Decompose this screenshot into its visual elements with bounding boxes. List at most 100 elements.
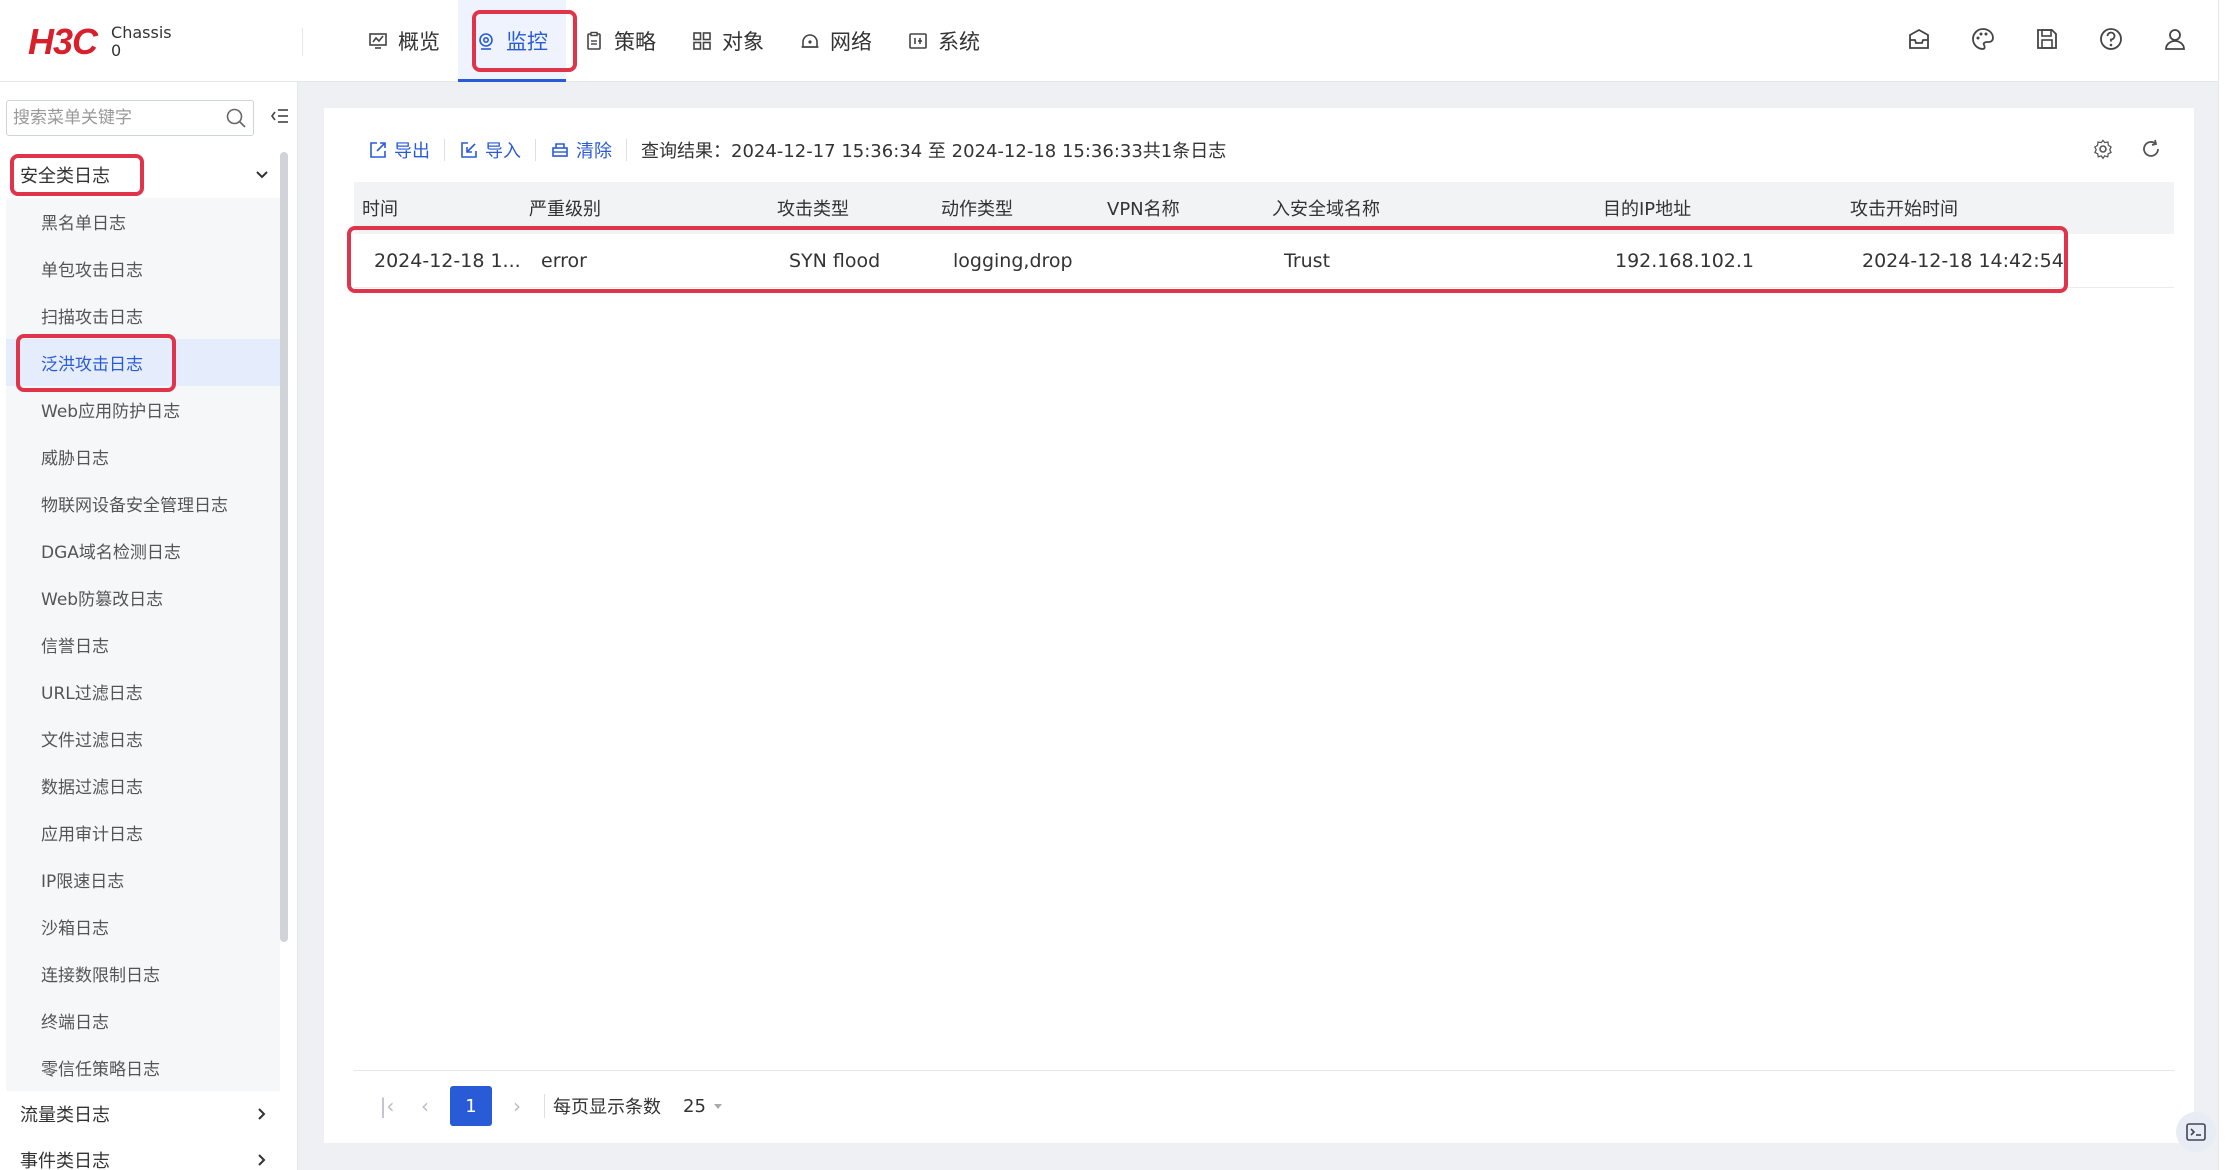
toolbar-divider <box>444 139 445 161</box>
import-button[interactable]: 导入 <box>459 137 535 163</box>
nav-object[interactable]: 对象 <box>674 0 782 82</box>
toolbar-divider <box>535 139 536 161</box>
console-button[interactable] <box>2176 1112 2216 1152</box>
sidebar-item-sandbox[interactable]: 沙箱日志 <box>6 903 280 950</box>
network-icon <box>801 34 819 48</box>
header-divider <box>302 28 303 56</box>
sidebar-item-file-filter[interactable]: 文件过滤日志 <box>6 715 280 762</box>
cell-in-zone: Trust <box>1284 249 1331 272</box>
security-logs-list: 黑名单日志 单包攻击日志 扫描攻击日志 泛洪攻击日志 Web应用防护日志 威胁日… <box>6 198 280 1091</box>
system-icon <box>909 33 927 49</box>
brand-logo: H3C <box>28 21 98 62</box>
col-time[interactable]: 时间 <box>354 195 521 221</box>
group-security-logs-label: 安全类日志 <box>20 166 110 187</box>
nav-network[interactable]: 网络 <box>782 0 890 82</box>
toolbar-divider <box>626 139 627 161</box>
sidebar-item-iot[interactable]: 物联网设备安全管理日志 <box>6 480 280 527</box>
page-size-select[interactable]: 25 <box>683 1096 724 1117</box>
inbox-icon[interactable] <box>1906 26 1932 52</box>
sidebar-item-scan-attack[interactable]: 扫描攻击日志 <box>6 292 280 339</box>
sidebar-item-zero-trust[interactable]: 零信任策略日志 <box>6 1044 280 1091</box>
nav-overview[interactable]: 概览 <box>350 0 458 82</box>
sidebar-item-reputation[interactable]: 信誉日志 <box>6 621 280 668</box>
palette-icon[interactable] <box>1970 26 1996 52</box>
sidebar-item-single-packet[interactable]: 单包攻击日志 <box>6 245 280 292</box>
sidebar-item-flood-attack[interactable]: 泛洪攻击日志 <box>6 339 280 386</box>
col-vpn-name[interactable]: VPN名称 <box>1099 195 1264 221</box>
nav-policy[interactable]: 策略 <box>566 0 674 82</box>
page-size-value: 25 <box>683 1095 706 1117</box>
refresh-icon[interactable] <box>2140 138 2162 160</box>
table-actions <box>2092 138 2162 160</box>
eraser-icon <box>552 143 568 157</box>
main-nav: 概览 监控 策略 对象 网络 系统 <box>350 0 998 82</box>
sidebar-item-web-tamper[interactable]: Web防篡改日志 <box>6 574 280 621</box>
col-in-zone[interactable]: 入安全域名称 <box>1264 195 1595 221</box>
nav-system[interactable]: 系统 <box>890 0 998 82</box>
export-icon <box>370 142 386 158</box>
first-page-icon[interactable]: |‹ <box>368 1094 406 1118</box>
header-actions <box>1906 26 2188 52</box>
sidebar-item-data-filter[interactable]: 数据过滤日志 <box>6 762 280 809</box>
save-icon[interactable] <box>2034 26 2060 52</box>
nav-network-label: 网络 <box>830 30 872 54</box>
export-button[interactable]: 导出 <box>368 137 444 163</box>
clear-label: 清除 <box>576 141 612 162</box>
search-icon[interactable] <box>225 107 247 129</box>
sidebar-item-app-audit[interactable]: 应用审计日志 <box>6 809 280 856</box>
chevron-right-icon <box>258 1154 266 1166</box>
sidebar: 安全类日志 黑名单日志 单包攻击日志 扫描攻击日志 泛洪攻击日志 Web应用防护… <box>0 82 298 1170</box>
sidebar-item-url-filter[interactable]: URL过滤日志 <box>6 668 280 715</box>
cell-action-type: logging,drop <box>953 249 1073 272</box>
page-scroll-track <box>2218 0 2232 1170</box>
export-label: 导出 <box>394 141 430 162</box>
sidebar-item-conn-limit[interactable]: 连接数限制日志 <box>6 950 280 997</box>
device-line-2: 0 <box>111 41 122 60</box>
help-icon[interactable] <box>2098 26 2124 52</box>
page-size-label: 每页显示条数 <box>553 1097 661 1118</box>
sidebar-scrollbar[interactable] <box>280 152 288 942</box>
col-attack-start[interactable]: 攻击开始时间 <box>1842 195 2174 221</box>
clear-button[interactable]: 清除 <box>550 137 626 163</box>
group-traffic-logs[interactable]: 流量类日志 <box>6 1091 280 1137</box>
user-icon[interactable] <box>2162 26 2188 52</box>
query-result-text: 查询结果：2024-12-17 15:36:34 至 2024-12-18 15… <box>641 141 1227 162</box>
policy-icon <box>587 31 601 50</box>
sidebar-item-ip-ratelimit[interactable]: IP限速日志 <box>6 856 280 903</box>
sidebar-item-dga[interactable]: DGA域名检测日志 <box>6 527 280 574</box>
chevron-right-icon <box>258 1108 266 1120</box>
group-traffic-logs-label: 流量类日志 <box>20 1105 110 1126</box>
log-toolbar: 导出 导入 清除 查询结果：2024-12-17 15:36:34 至 2024… <box>368 136 1226 164</box>
sidebar-item-waf[interactable]: Web应用防护日志 <box>6 386 280 433</box>
nav-monitor[interactable]: 监控 <box>458 0 566 82</box>
settings-gear-icon[interactable] <box>2092 138 2114 160</box>
sidebar-item-threat[interactable]: 威胁日志 <box>6 433 280 480</box>
collapse-menu-icon[interactable] <box>270 106 290 126</box>
col-severity[interactable]: 严重级别 <box>521 195 769 221</box>
group-event-logs-label: 事件类日志 <box>20 1151 110 1170</box>
nav-monitor-label: 监控 <box>506 30 548 54</box>
cell-severity: error <box>541 249 587 272</box>
sidebar-item-terminal[interactable]: 终端日志 <box>6 997 280 1044</box>
group-event-logs[interactable]: 事件类日志 <box>6 1137 280 1170</box>
col-action-type[interactable]: 动作类型 <box>933 195 1099 221</box>
col-dst-ip[interactable]: 目的IP地址 <box>1595 195 1842 221</box>
device-label: Chassis 0 <box>111 24 172 60</box>
device-line-1: Chassis <box>111 23 172 42</box>
monitor-icon <box>479 33 493 50</box>
chevron-down-icon <box>256 171 268 179</box>
table-row[interactable]: 2024-12-18 1... error SYN flood logging,… <box>354 234 2174 288</box>
sidebar-item-blacklist[interactable]: 黑名单日志 <box>6 198 280 245</box>
page-1-button[interactable]: 1 <box>450 1086 492 1126</box>
menu-search <box>6 100 254 136</box>
sidebar-menu: 安全类日志 黑名单日志 单包攻击日志 扫描攻击日志 泛洪攻击日志 Web应用防护… <box>6 152 280 1170</box>
group-security-logs[interactable]: 安全类日志 <box>6 152 280 198</box>
logo[interactable]: H3C Chassis 0 <box>28 21 172 62</box>
pager-separator <box>544 1094 545 1118</box>
pager-divider <box>354 1070 2174 1071</box>
prev-page-icon[interactable]: ‹ <box>406 1094 444 1118</box>
next-page-icon[interactable]: › <box>498 1094 536 1118</box>
nav-object-label: 对象 <box>722 30 764 54</box>
menu-search-input[interactable] <box>13 108 225 128</box>
col-attack-type[interactable]: 攻击类型 <box>769 195 933 221</box>
